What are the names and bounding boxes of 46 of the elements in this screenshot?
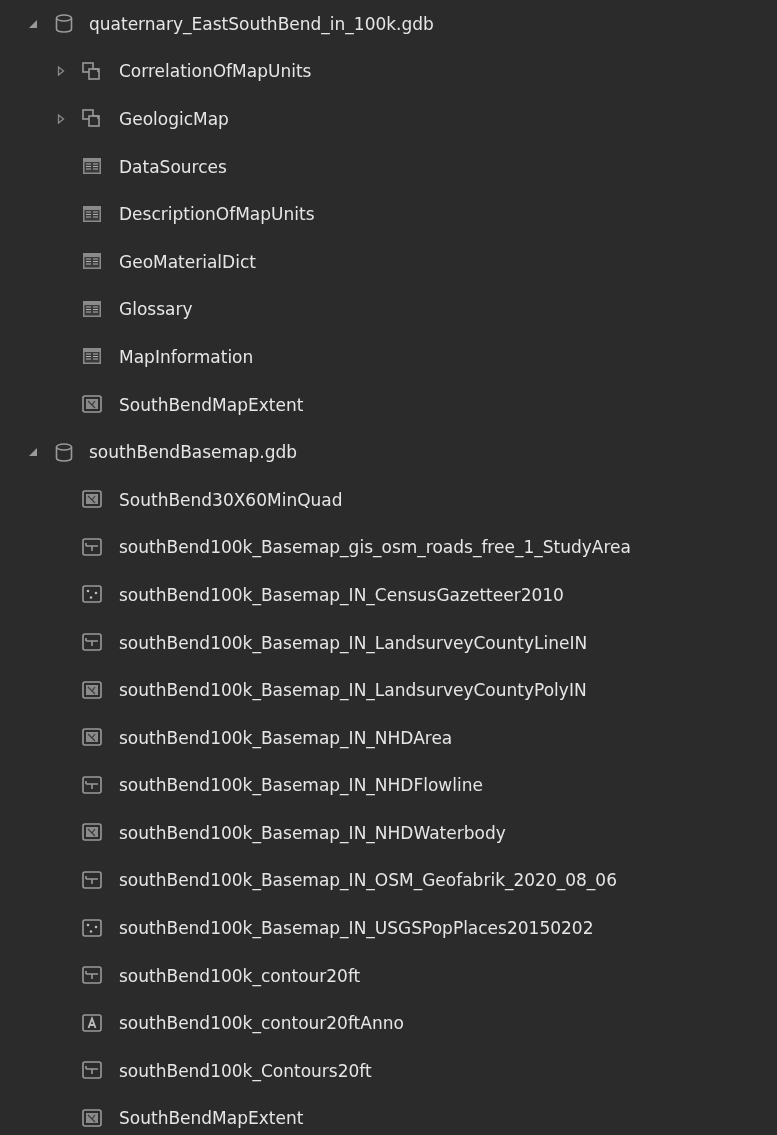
tree-item-label[interactable]: SouthBend30X60MinQuad — [119, 489, 343, 510]
database-icon — [54, 442, 74, 462]
tree-item-label[interactable]: southBend100k_contour20ft — [119, 965, 361, 986]
polygon-icon — [82, 490, 102, 510]
point-icon — [82, 585, 102, 605]
overlapping-squares-icon — [82, 61, 102, 81]
tree-item-label[interactable]: GeoMaterialDict — [119, 251, 256, 272]
polygon-icon — [82, 1108, 102, 1128]
tree-item-label[interactable]: SouthBendMapExtent — [119, 394, 304, 415]
collapse-triangle-icon[interactable] — [28, 18, 38, 29]
tree-item-label[interactable]: southBend100k_contour20ftAnno — [119, 1013, 404, 1034]
tree-item-label[interactable]: quaternary_EastSouthBend_in_100k.gdb — [89, 13, 434, 34]
tree-item-label[interactable]: GeologicMap — [119, 109, 229, 129]
tree-item-label[interactable]: southBend100k_Basemap_IN_CensusGazetteer2010 — [119, 584, 564, 605]
table-icon — [82, 347, 102, 367]
collapse-triangle-icon[interactable] — [28, 447, 38, 458]
tree-item-label[interactable]: DescriptionOfMapUnits — [119, 204, 315, 225]
table-icon — [82, 157, 102, 177]
annotation-icon — [82, 1013, 102, 1033]
table-icon — [82, 204, 102, 224]
tree-item-label[interactable]: southBendBasemap.gdb — [89, 442, 298, 463]
tree-item-label[interactable]: southBend100k_Basemap_IN_NHDWaterbody — [119, 822, 506, 843]
expand-triangle-icon[interactable] — [56, 66, 66, 77]
tree-item-label[interactable]: southBend100k_Basemap_IN_OSM_Geofabrik_2020_08_06 — [119, 870, 617, 891]
polygon-icon — [82, 680, 102, 700]
tree-item-label[interactable]: southBend100k_Basemap_IN_LandsurveyCountyPolyIN — [119, 680, 587, 701]
tree-item-label[interactable]: MapInformation — [119, 346, 254, 367]
polygon-icon — [82, 728, 102, 748]
tree-item-label[interactable]: southBend100k_Basemap_gis_osm_roads_free_1_StudyArea — [119, 537, 631, 558]
polygon-icon — [82, 395, 102, 415]
tree-item-label[interactable]: southBend100k_Basemap_IN_LandsurveyCountyLineIN — [119, 632, 588, 653]
polygon-icon — [82, 823, 102, 843]
tree-item-label[interactable]: SouthBendMapExtent — [119, 1108, 304, 1129]
table-icon — [82, 299, 102, 319]
expand-triangle-icon[interactable] — [56, 114, 66, 124]
overlapping-squares-icon — [82, 109, 102, 129]
database-icon — [54, 14, 74, 34]
tree-item-label[interactable]: southBend100k_Basemap_IN_NHDArea — [119, 727, 453, 748]
tree-item-label[interactable]: southBend100k_Basemap_IN_NHDFlowline — [119, 775, 483, 796]
table-icon — [82, 252, 102, 272]
tree-item-label[interactable]: southBend100k_Basemap_IN_USGSPopPlaces20150202 — [119, 918, 594, 939]
tree-item-label[interactable]: DataSources — [119, 156, 227, 177]
point-icon — [82, 918, 102, 938]
tree-item-label[interactable]: Glossary — [119, 299, 193, 320]
tree-item-label[interactable]: southBend100k_Contours20ft — [119, 1060, 372, 1081]
tree-item-label[interactable]: CorrelationOfMapUnits — [119, 61, 312, 82]
